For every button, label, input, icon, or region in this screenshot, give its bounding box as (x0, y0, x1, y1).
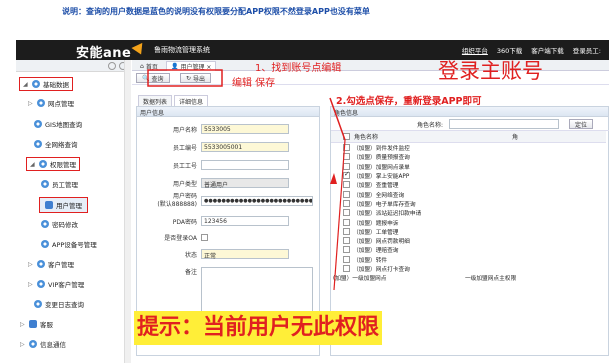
hint-banner: 提示：当前用户无此权限 (134, 311, 383, 345)
arrow-line (333, 139, 346, 291)
arrow-line (329, 97, 346, 141)
annotation-arrows (147, 69, 346, 291)
toolbar-highlight-box (147, 69, 223, 87)
arrow-head-icon (330, 173, 337, 184)
